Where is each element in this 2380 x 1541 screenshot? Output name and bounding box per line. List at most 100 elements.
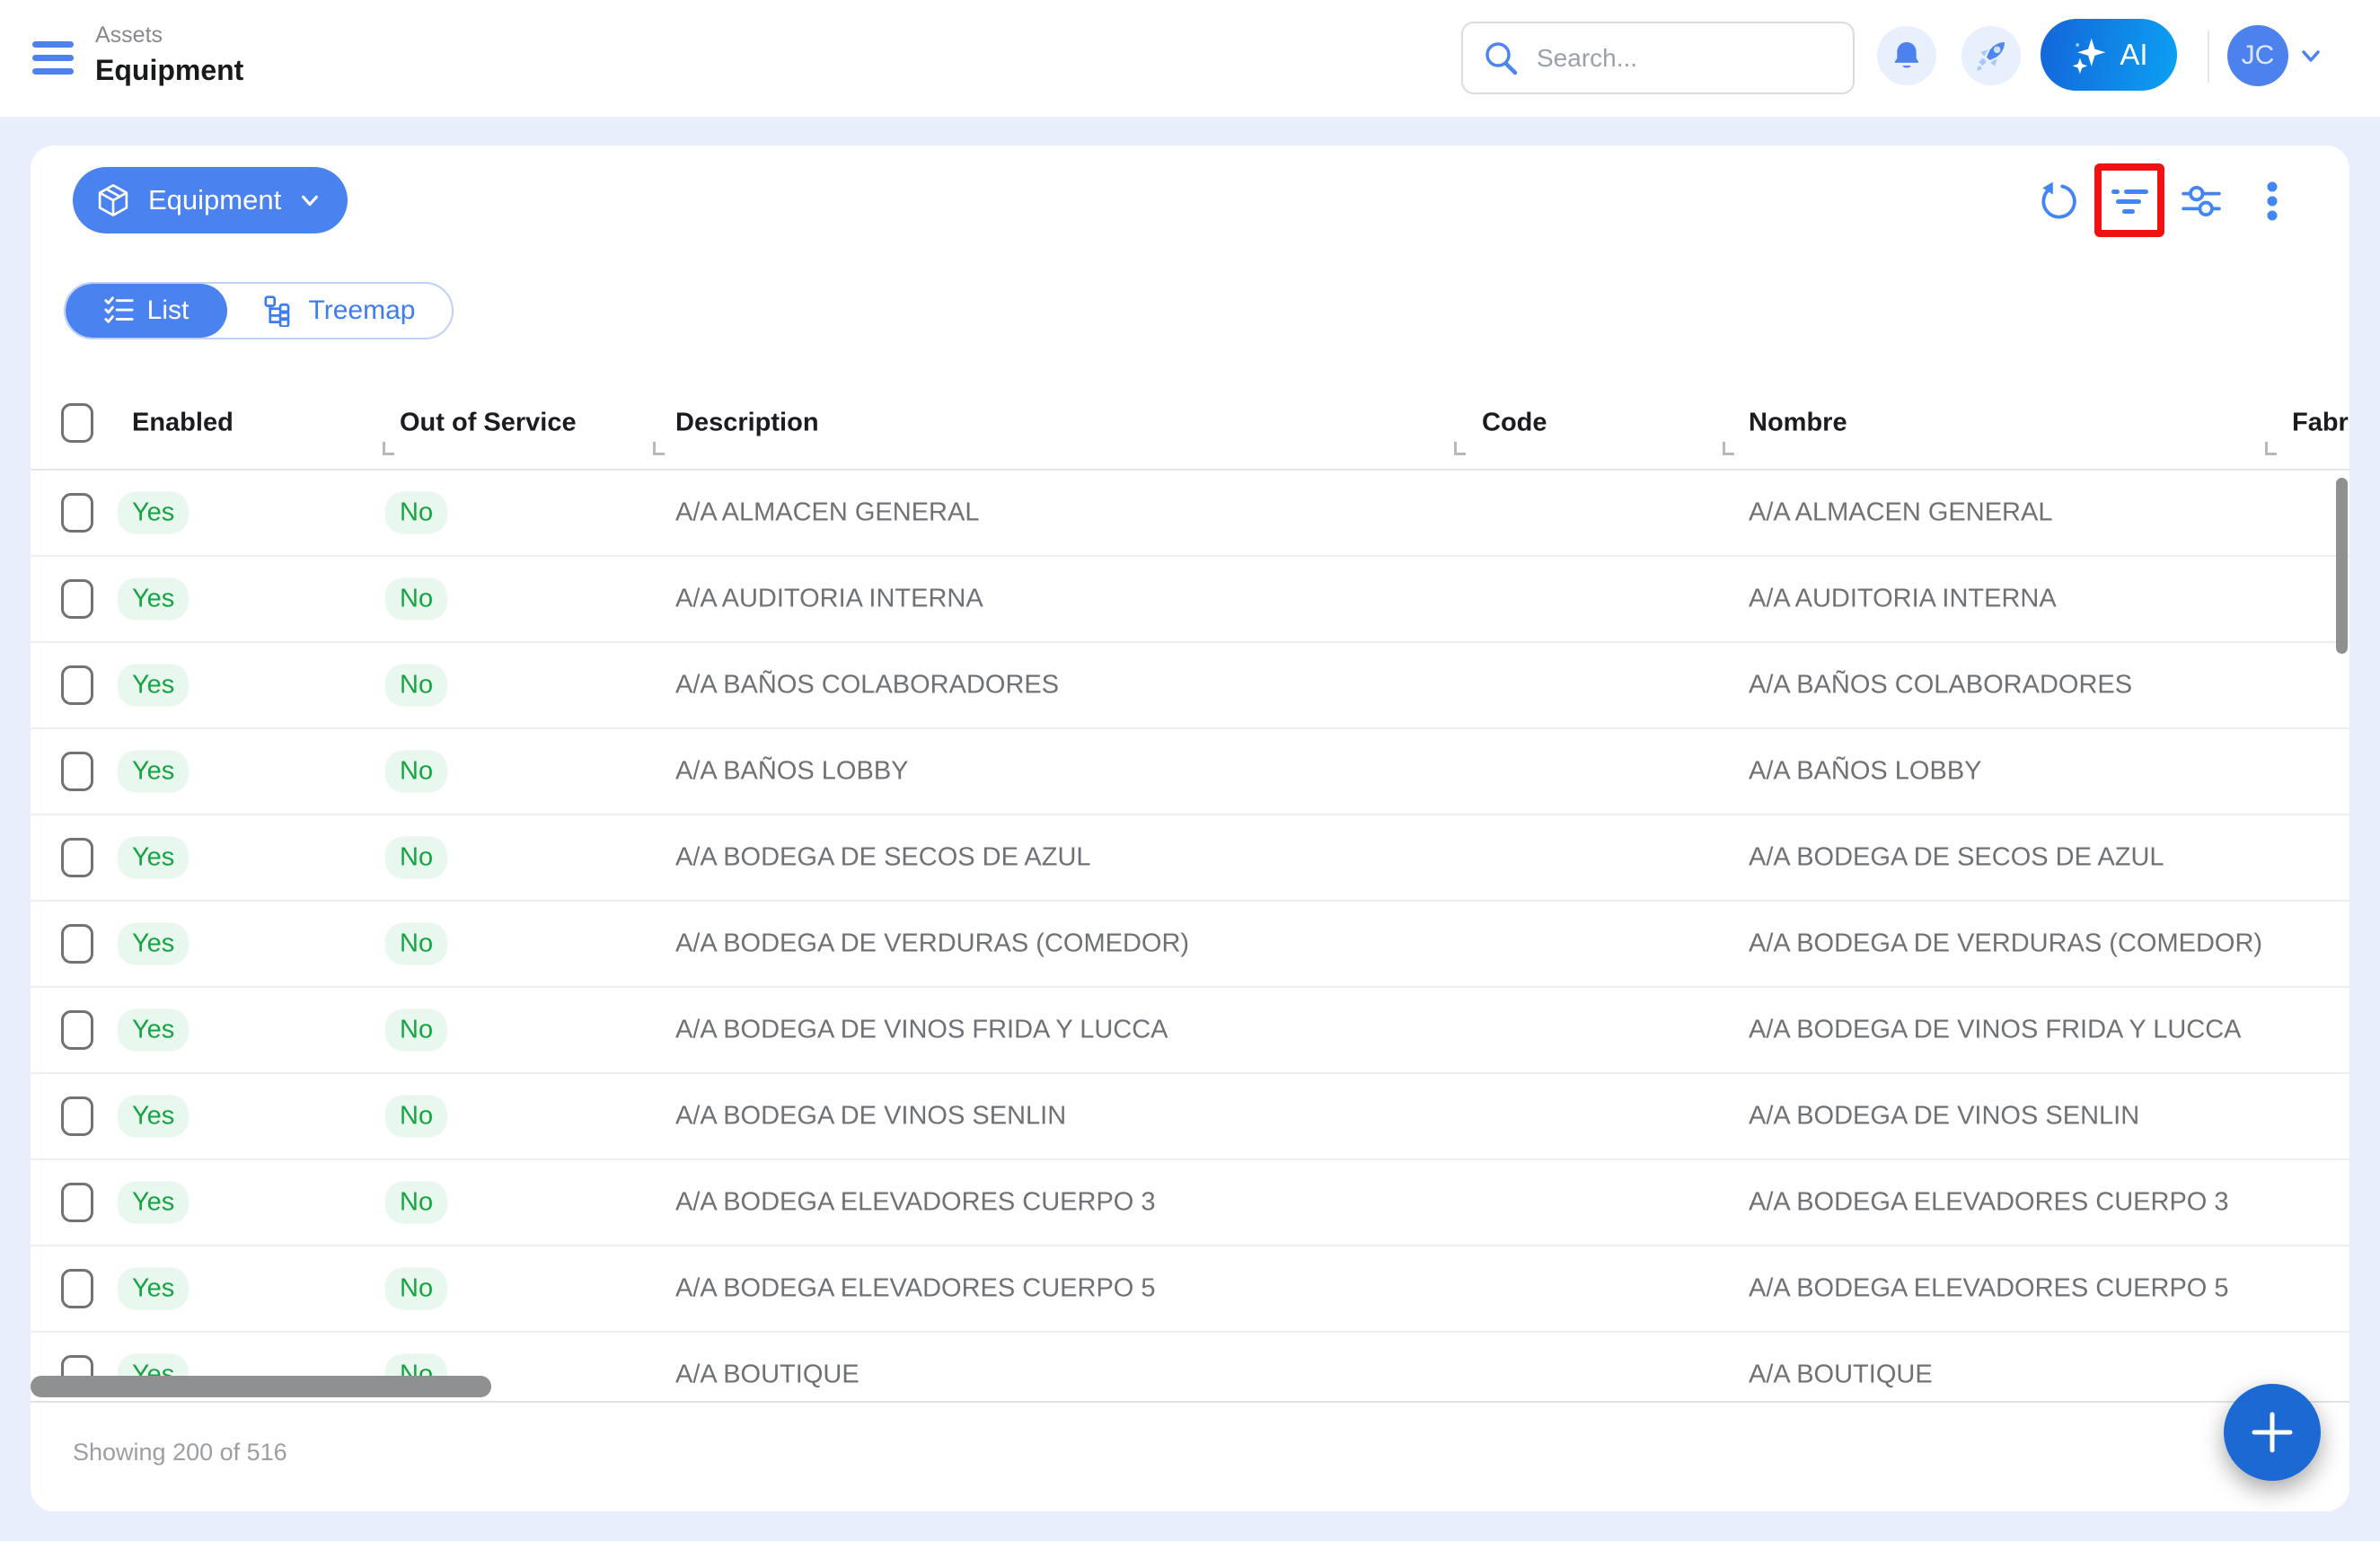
column-resize-handle[interactable]	[383, 442, 394, 455]
breadcrumb: Assets Equipment	[95, 22, 243, 88]
filter-button[interactable]	[2109, 179, 2152, 222]
row-checkbox[interactable]	[61, 579, 93, 619]
column-header-fabric[interactable]: Fabric	[2292, 409, 2349, 438]
add-button[interactable]	[2224, 1384, 2321, 1481]
column-header-out-of-service[interactable]: Out of Service	[400, 409, 577, 438]
table-row[interactable]: Yes No A/A BODEGA ELEVADORES CUERPO 3 A/…	[31, 1160, 2349, 1246]
user-menu-chevron-down-icon[interactable]	[2297, 45, 2324, 66]
out-of-service-badge: No	[385, 751, 447, 793]
nombre-cell: A/A BODEGA DE VERDURAS (COMEDOR)	[1749, 929, 2262, 959]
equipment-panel: Equipment	[31, 145, 2349, 1511]
description-cell: A/A BAÑOS LOBBY	[675, 757, 909, 787]
table-body: Yes No A/A ALMACEN GENERAL A/A ALMACEN G…	[31, 471, 2349, 1401]
column-header-code[interactable]: Code	[1482, 409, 1547, 438]
column-resize-handle[interactable]	[1723, 442, 1734, 455]
row-checkbox[interactable]	[61, 924, 93, 964]
out-of-service-badge: No	[385, 492, 447, 534]
column-header-nombre[interactable]: Nombre	[1749, 409, 1847, 438]
nombre-cell: A/A BODEGA DE VINOS FRIDA Y LUCCA	[1749, 1016, 2242, 1045]
column-chooser-button[interactable]	[2181, 181, 2222, 222]
page-title: Equipment	[95, 52, 243, 88]
search-placeholder: Search...	[1537, 44, 1637, 73]
checklist-icon	[104, 295, 135, 326]
description-cell: A/A BOUTIQUE	[675, 1360, 859, 1390]
row-checkbox[interactable]	[61, 665, 93, 705]
search-input[interactable]: Search...	[1461, 22, 1855, 94]
description-cell: A/A BODEGA ELEVADORES CUERPO 3	[675, 1188, 1156, 1218]
description-cell: A/A BODEGA ELEVADORES CUERPO 5	[675, 1274, 1156, 1304]
enabled-badge: Yes	[118, 837, 189, 879]
description-cell: A/A BODEGA DE VINOS FRIDA Y LUCCA	[675, 1016, 1168, 1045]
enabled-badge: Yes	[118, 923, 189, 965]
plus-icon	[2249, 1409, 2296, 1456]
menu-icon[interactable]	[32, 41, 74, 75]
row-checkbox[interactable]	[61, 752, 93, 791]
enabled-badge: Yes	[118, 1096, 189, 1138]
row-checkbox[interactable]	[61, 1183, 93, 1222]
view-tabs: List Treemap	[64, 282, 454, 339]
top-bar: Assets Equipment Search... AI	[0, 0, 2380, 117]
row-checkbox[interactable]	[61, 1269, 93, 1308]
table-row[interactable]: Yes No A/A ALMACEN GENERAL A/A ALMACEN G…	[31, 471, 2349, 557]
out-of-service-badge: No	[385, 837, 447, 879]
vertical-scrollbar[interactable]	[2336, 478, 2348, 654]
out-of-service-badge: No	[385, 1268, 447, 1310]
enabled-badge: Yes	[118, 665, 189, 707]
tab-treemap[interactable]: Treemap	[227, 284, 452, 338]
table-row[interactable]: Yes No A/A BODEGA DE VINOS FRIDA Y LUCCA…	[31, 988, 2349, 1074]
horizontal-scrollbar[interactable]	[31, 1376, 491, 1397]
row-checkbox[interactable]	[61, 493, 93, 533]
out-of-service-badge: No	[385, 665, 447, 707]
table-row[interactable]: Yes No A/A AUDITORIA INTERNA A/A AUDITOR…	[31, 557, 2349, 643]
avatar-initials: JC	[2242, 40, 2275, 71]
tab-list[interactable]: List	[66, 284, 227, 338]
description-cell: A/A BODEGA DE SECOS DE AZUL	[675, 843, 1091, 873]
description-cell: A/A ALMACEN GENERAL	[675, 498, 979, 528]
table-row[interactable]: Yes No A/A BODEGA DE VINOS SENLIN A/A BO…	[31, 1074, 2349, 1160]
row-checkbox[interactable]	[61, 838, 93, 877]
out-of-service-badge: No	[385, 1009, 447, 1052]
table-row[interactable]: Yes No A/A BODEGA ELEVADORES CUERPO 5 A/…	[31, 1246, 2349, 1333]
whats-new-button[interactable]	[1961, 26, 2021, 85]
description-cell: A/A AUDITORIA INTERNA	[675, 585, 983, 614]
avatar[interactable]: JC	[2227, 25, 2288, 86]
tab-treemap-label: Treemap	[309, 295, 416, 326]
enabled-badge: Yes	[118, 578, 189, 621]
nombre-cell: A/A BOUTIQUE	[1749, 1360, 1933, 1390]
select-all-checkbox[interactable]	[61, 403, 93, 443]
more-options-button[interactable]	[2261, 181, 2283, 222]
column-header-description[interactable]: Description	[675, 409, 819, 438]
table-row[interactable]: Yes No A/A BODEGA DE VERDURAS (COMEDOR) …	[31, 902, 2349, 988]
nombre-cell: A/A BAÑOS COLABORADORES	[1749, 671, 2132, 700]
row-checkbox[interactable]	[61, 1096, 93, 1136]
nombre-cell: A/A AUDITORIA INTERNA	[1749, 585, 2057, 614]
breadcrumb-section: Assets	[95, 22, 243, 48]
table-row[interactable]: Yes No A/A BODEGA DE SECOS DE AZUL A/A B…	[31, 815, 2349, 902]
notifications-button[interactable]	[1877, 26, 1936, 85]
nombre-cell: A/A ALMACEN GENERAL	[1749, 498, 2052, 528]
entity-chevron-down-icon	[297, 190, 322, 210]
nombre-cell: A/A BODEGA ELEVADORES CUERPO 3	[1749, 1188, 2229, 1218]
nombre-cell: A/A BAÑOS LOBBY	[1749, 757, 1982, 787]
ai-sparkle-icon	[2069, 35, 2109, 75]
refresh-button[interactable]	[2037, 181, 2078, 222]
table-row[interactable]: Yes No A/A BAÑOS LOBBY A/A BAÑOS LOBBY	[31, 729, 2349, 815]
description-cell: A/A BODEGA DE VERDURAS (COMEDOR)	[675, 929, 1189, 959]
nombre-cell: A/A BODEGA DE VINOS SENLIN	[1749, 1102, 2139, 1132]
column-header-enabled[interactable]: Enabled	[132, 409, 234, 438]
bell-icon	[1890, 39, 1924, 73]
entity-selector-label: Equipment	[148, 184, 281, 216]
row-checkbox[interactable]	[61, 1010, 93, 1050]
enabled-badge: Yes	[118, 1009, 189, 1052]
table-header: Enabled Out of Service Description Code …	[31, 377, 2349, 471]
topbar-divider	[2208, 31, 2209, 83]
column-resize-handle[interactable]	[653, 442, 665, 455]
footer-divider	[31, 1401, 2349, 1403]
column-resize-handle[interactable]	[2265, 442, 2277, 455]
entity-selector-button[interactable]: Equipment	[73, 167, 348, 233]
out-of-service-badge: No	[385, 1182, 447, 1224]
ai-assistant-button[interactable]: AI	[2041, 19, 2177, 91]
out-of-service-badge: No	[385, 923, 447, 965]
table-row[interactable]: Yes No A/A BAÑOS COLABORADORES A/A BAÑOS…	[31, 643, 2349, 729]
column-resize-handle[interactable]	[1454, 442, 1466, 455]
